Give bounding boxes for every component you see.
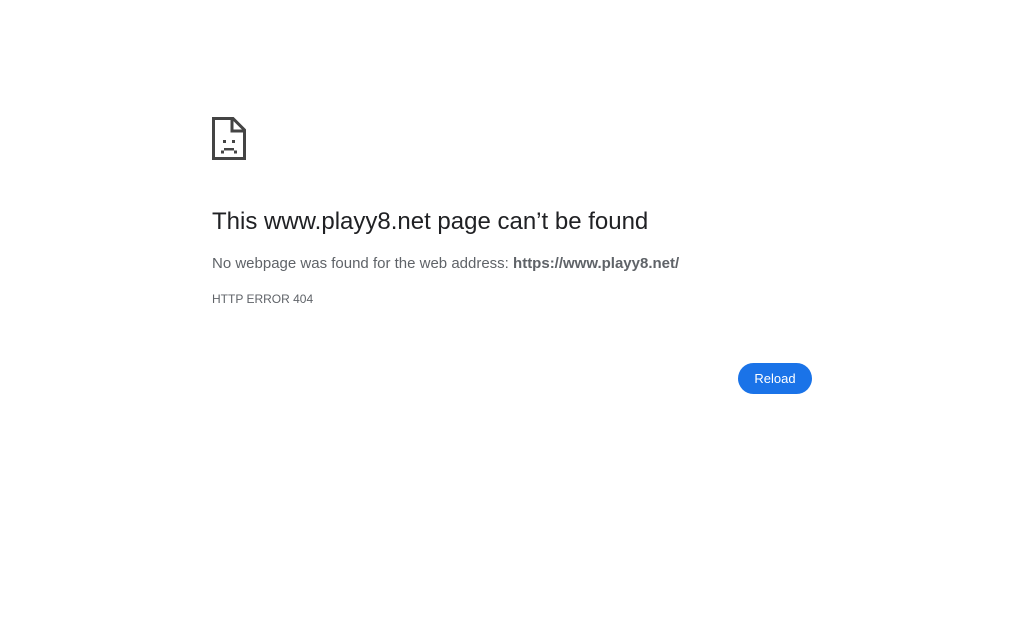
reload-button[interactable]: Reload: [738, 363, 812, 394]
error-code: HTTP ERROR 404: [212, 292, 314, 306]
error-description: No webpage was found for the web address…: [212, 255, 679, 273]
sad-document-icon: [212, 117, 246, 160]
failed-url: https://www.playy8.net/: [513, 255, 680, 272]
error-content: This www.playy8.net page can’t be found …: [212, 117, 812, 306]
page-title: This www.playy8.net page can’t be found: [212, 208, 649, 235]
description-text: No webpage was found for the web address…: [212, 255, 514, 272]
